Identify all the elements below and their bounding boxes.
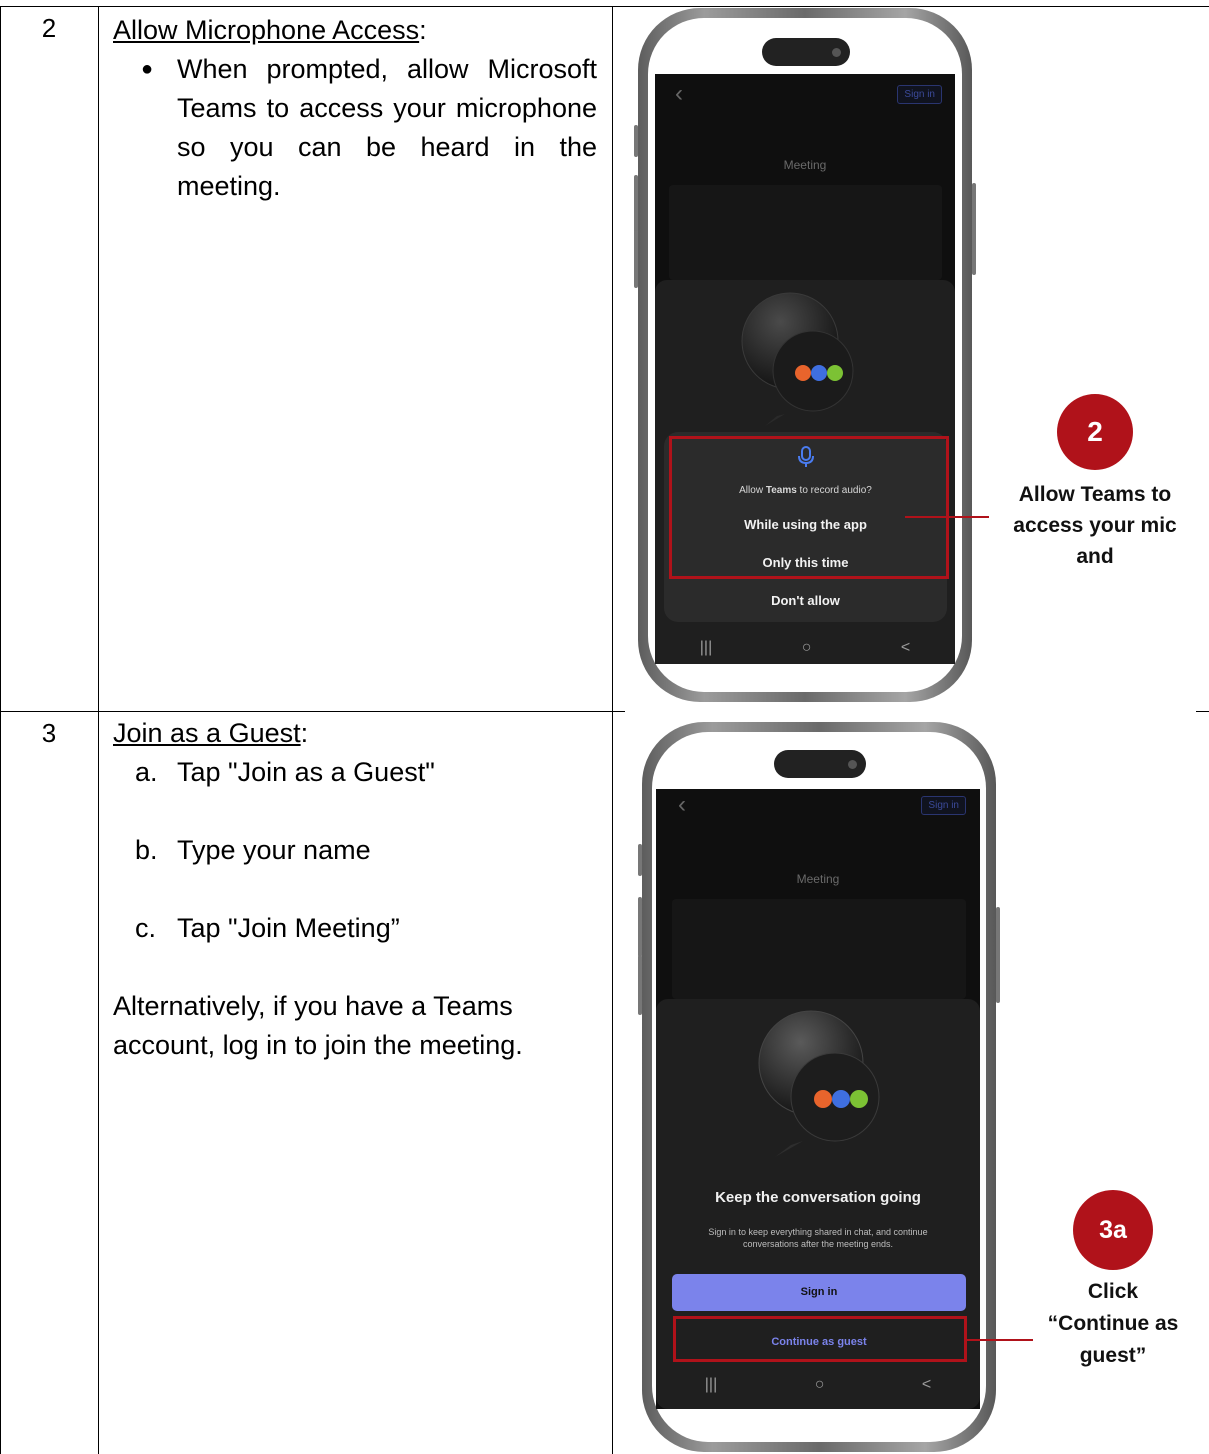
- back-icon[interactable]: <: [901, 639, 910, 657]
- phone-camera-notch: [774, 750, 866, 778]
- table-row-divider-right: [1196, 711, 1209, 712]
- heading-colon: :: [300, 718, 309, 748]
- phone-camera-notch: [762, 38, 850, 66]
- list-item: b. Type your name: [135, 831, 597, 870]
- table-col-divider-2: [612, 6, 613, 1454]
- step-number: 2: [41, 13, 57, 43]
- table-top-border: [0, 6, 1209, 7]
- list-item: c. Tap "Join Meeting”: [135, 909, 597, 948]
- keep-conversation-title: Keep the conversation going: [715, 1189, 921, 1206]
- step-badge: 3a: [1073, 1190, 1153, 1270]
- dont-allow-button[interactable]: Don't allow: [664, 593, 947, 608]
- step-2-content: Allow Microphone Access: ● When prompted…: [113, 11, 597, 206]
- list-item-text: Type your name: [177, 835, 371, 865]
- teams-chat-bubbles-icon: [758, 1010, 880, 1157]
- meeting-preview: [672, 899, 966, 999]
- step-badge: 2: [1057, 394, 1133, 470]
- list-marker: c.: [135, 913, 157, 943]
- highlight-permission-options: [669, 436, 949, 579]
- back-arrow-icon: ‹: [675, 80, 683, 107]
- meeting-label: Meeting: [783, 158, 827, 172]
- callout-text: Click “Continue as guest”: [1047, 1280, 1179, 1367]
- list-marker: a.: [135, 757, 158, 787]
- bullet-text: When prompted, allow Microsoft Teams to …: [177, 54, 597, 201]
- android-nav-bar: ||| ○ <: [656, 1376, 980, 1394]
- home-icon[interactable]: ○: [802, 639, 812, 657]
- list-item: a. Tap "Join as a Guest": [135, 753, 597, 792]
- highlight-continue-as-guest: [673, 1316, 967, 1362]
- step-number: 3: [41, 718, 57, 748]
- step-2-heading-row: Allow Microphone Access:: [113, 11, 597, 50]
- callout-connector: [905, 516, 989, 518]
- meeting-label: Meeting: [796, 872, 840, 886]
- bullet-item: ● When prompted, allow Microsoft Teams t…: [113, 50, 597, 206]
- sign-in-button[interactable]: Sign in: [672, 1274, 966, 1311]
- alternative-note: Alternatively, if you have a Teams accou…: [113, 991, 523, 1060]
- heading-colon: :: [419, 15, 427, 45]
- sign-in-link[interactable]: Sign in: [897, 85, 942, 104]
- step-3-heading-row: Join as a Guest:: [113, 714, 597, 753]
- back-arrow-icon: ‹: [678, 791, 686, 818]
- list-item-text: Tap "Join Meeting”: [177, 913, 400, 943]
- recent-apps-icon[interactable]: |||: [705, 1376, 717, 1394]
- sign-in-link[interactable]: Sign in: [921, 796, 966, 815]
- home-icon[interactable]: ○: [815, 1376, 825, 1394]
- back-icon[interactable]: <: [922, 1376, 931, 1394]
- table-col-divider-1: [98, 6, 99, 1454]
- meeting-preview: [669, 185, 942, 280]
- recent-apps-icon[interactable]: |||: [700, 639, 712, 657]
- keep-conversation-subtitle: Sign in to keep everything shared in cha…: [708, 1227, 928, 1249]
- step-heading: Join as a Guest: [113, 718, 301, 748]
- step-3-content: Join as a Guest: a. Tap "Join as a Guest…: [113, 714, 597, 1065]
- callout-text: Allow Teams to access your mic and: [1013, 483, 1177, 568]
- phone-mockup-mic-permission: ‹ Sign in Meeting Allow Teams to record …: [634, 8, 976, 702]
- list-marker: b.: [135, 835, 158, 865]
- teams-chat-bubbles-icon: [741, 292, 854, 426]
- list-item-text: Tap "Join as a Guest": [177, 757, 435, 787]
- table-row-divider: [0, 711, 625, 712]
- step-heading: Allow Microphone Access: [113, 15, 420, 45]
- android-nav-bar: ||| ○ <: [655, 639, 955, 657]
- bullet-icon: ●: [141, 58, 154, 80]
